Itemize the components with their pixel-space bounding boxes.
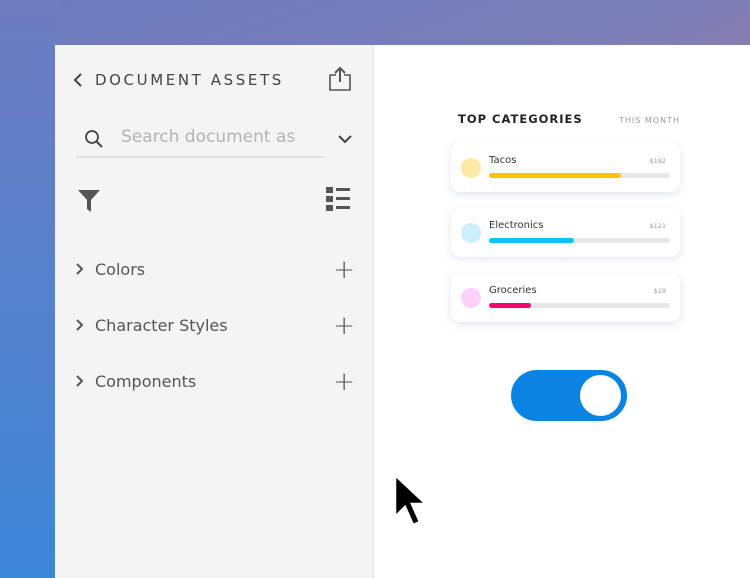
progress-track: [489, 173, 670, 178]
list-view-icon[interactable]: [326, 187, 350, 211]
cursor-arrow-icon: [393, 473, 430, 527]
category-dot: [461, 223, 481, 243]
category-dot: [461, 158, 481, 178]
progress-fill: [489, 173, 622, 178]
export-icon[interactable]: [328, 66, 352, 91]
section-components[interactable]: Components +: [75, 367, 355, 397]
section-character-styles[interactable]: Character Styles +: [75, 311, 355, 341]
progress-fill: [489, 238, 575, 243]
artboard: TOP CATEGORIES THIS MONTH Tacos $192 Ele…: [374, 45, 750, 578]
chevron-right-icon: [76, 375, 83, 387]
panel-title: DOCUMENT ASSETS: [95, 71, 284, 89]
chevron-right-icon: [76, 263, 83, 275]
category-card: Tacos $192: [451, 143, 680, 192]
search-icon: [85, 130, 103, 148]
assets-panel: DOCUMENT ASSETS Colors+ Character Styles…: [55, 45, 374, 578]
section-colors[interactable]: Colors +: [75, 255, 355, 285]
add-character-style-button[interactable]: +: [333, 311, 355, 341]
category-name: Tacos: [489, 155, 517, 166]
search-input[interactable]: [121, 127, 296, 147]
progress-track: [489, 238, 670, 243]
search-field[interactable]: [76, 123, 325, 158]
add-component-button[interactable]: +: [333, 367, 355, 397]
category-amount: $19: [653, 287, 666, 295]
category-amount: $192: [649, 157, 666, 165]
toggle-knob: [580, 375, 621, 416]
category-card: Groceries $19: [451, 273, 680, 322]
category-amount: $121: [649, 222, 666, 230]
category-card: Electronics $121: [451, 208, 680, 257]
top-categories-heading: TOP CATEGORIES: [458, 112, 583, 126]
add-color-button[interactable]: +: [333, 255, 355, 285]
progress-track: [489, 303, 670, 308]
chevron-down-icon[interactable]: [338, 134, 352, 144]
toggle-switch[interactable]: [511, 370, 627, 421]
category-dot: [461, 288, 481, 308]
app-window: DOCUMENT ASSETS Colors+ Character Styles…: [55, 45, 750, 578]
period-label: THIS MONTH: [619, 116, 680, 125]
filter-icon[interactable]: [78, 190, 100, 212]
chevron-right-icon: [76, 319, 83, 331]
back-chevron-icon[interactable]: [73, 73, 83, 87]
category-name: Groceries: [489, 285, 537, 296]
progress-fill: [489, 303, 531, 308]
category-name: Electronics: [489, 220, 544, 231]
